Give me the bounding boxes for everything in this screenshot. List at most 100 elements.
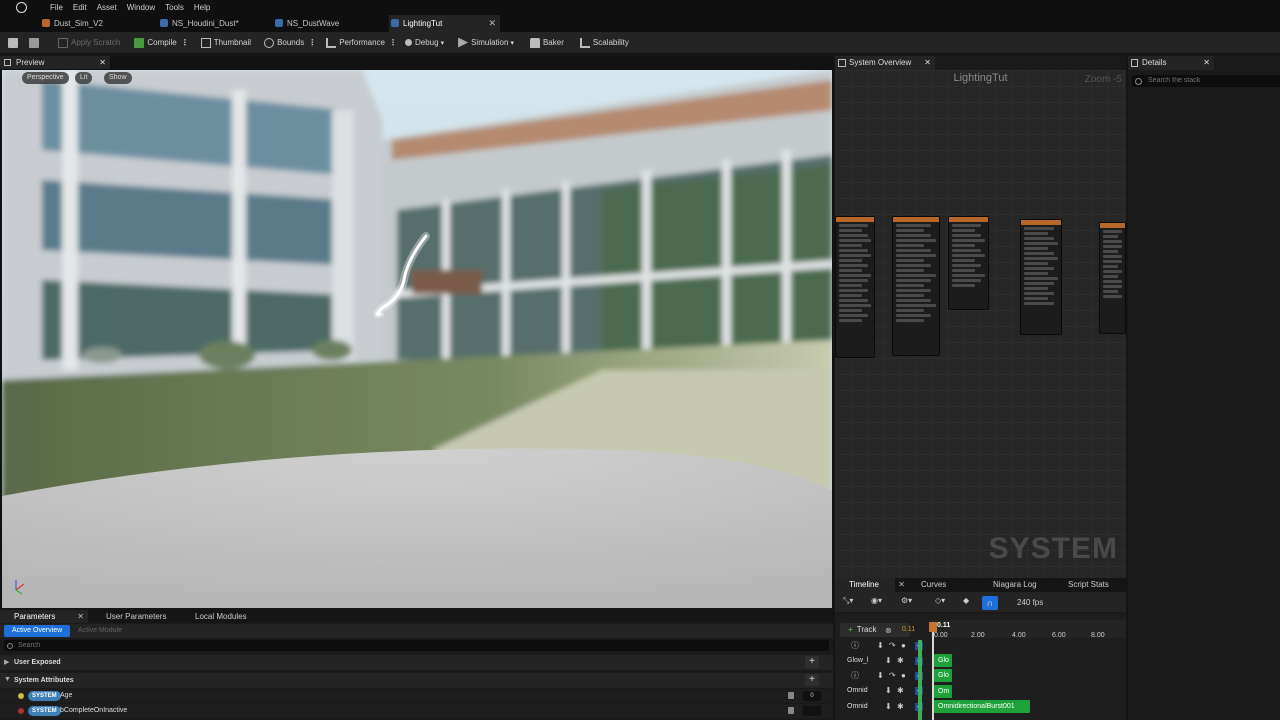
close-icon[interactable]: ✕ [898,578,905,592]
unreal-logo-icon[interactable] [14,0,28,14]
gear-icon[interactable]: ✱ [897,657,905,665]
tab-parameters[interactable]: Parameters ✕ [0,610,88,623]
bounds-button[interactable]: Bounds ⋮ [264,32,316,54]
performance-button[interactable]: Performance ⋮ [326,32,397,54]
curve-icon[interactable]: ↷ [889,672,897,680]
track-bar[interactable]: Glo [934,654,952,667]
track-bar[interactable]: Om [934,685,952,698]
menu-window[interactable]: Window [127,3,155,12]
light-icon[interactable]: ● [901,672,909,680]
track-bar[interactable]: Glo [934,669,952,682]
tab-preview[interactable]: Preview ✕ [0,56,110,69]
playback-options-icon[interactable]: ⚙▾ [901,596,912,608]
emitter-node[interactable] [1020,219,1062,335]
browse-button[interactable] [29,32,42,54]
tab-ns-dustwave[interactable]: NS_DustWave [273,15,385,32]
close-icon[interactable]: ✕ [77,610,84,623]
track-row[interactable]: ⓘ ⬇ ↷ ● ✓ [835,639,931,654]
menu-file[interactable]: File [50,3,63,12]
track-bar[interactable]: OmnidirectionalBurst001 [934,700,1030,713]
add-parameter-button[interactable]: + [805,656,819,668]
close-icon[interactable]: ✕ [1203,56,1210,70]
key-options-icon[interactable]: ◇▾ [935,596,945,608]
curve-icon[interactable]: ↷ [889,642,897,650]
section-user-exposed[interactable]: ▶ User Exposed + [0,655,833,670]
close-icon[interactable]: ✕ [924,56,931,70]
chevron-right-icon: ▶ [4,659,10,666]
attribute-row[interactable]: SYSTEM Age 0 [0,689,833,703]
tab-details[interactable]: Details ✕ [1128,56,1214,70]
gear-icon[interactable]: ✱ [897,687,905,695]
pin-icon[interactable]: ⬇ [885,657,893,665]
playhead[interactable] [932,622,934,720]
active-overview-button[interactable]: Active Overview [4,625,71,637]
gear-icon[interactable]: ✱ [897,703,905,711]
niagara-log-tab-label: Niagara Log [993,580,1037,589]
niagara-system-icon [275,19,283,27]
emitter-node[interactable] [892,216,940,356]
close-icon[interactable]: ✕ [488,15,496,32]
attribute-value[interactable]: 0 [803,691,821,701]
scalability-button[interactable]: Scalability [579,32,629,54]
emitter-node[interactable] [948,216,989,310]
compile-button[interactable]: Compile ⋮ [134,32,189,54]
light-icon[interactable]: ● [901,642,909,650]
menu-asset[interactable]: Asset [97,3,117,12]
pin-icon[interactable]: ⬇ [885,703,893,711]
lit-button[interactable]: Lit [75,72,93,84]
menu-tools[interactable]: Tools [165,3,184,12]
pin-icon[interactable]: ⬇ [885,687,893,695]
tab-timeline[interactable]: Timeline ✕ [835,578,905,592]
tab-local-modules[interactable]: Local Modules [181,610,261,623]
transform-tool-icon[interactable]: ⤡▾ [843,596,853,608]
tab-user-parameters[interactable]: User Parameters [92,610,178,623]
more-options-icon[interactable]: ⋮ [308,38,316,47]
pin-icon[interactable]: ⬇ [877,642,885,650]
add-parameter-button[interactable]: + [805,674,819,686]
attribute-checkbox[interactable] [803,706,821,716]
section-system-attributes[interactable]: ▼ System Attributes + [0,673,833,688]
pin-icon[interactable]: ⬇ [877,672,885,680]
key-icon[interactable]: ◆ [963,596,969,608]
tab-niagara-log[interactable]: Niagara Log [979,578,1055,592]
track-row[interactable]: ⓘ ⬇ ↷ ● ✓ [835,669,931,684]
track-row[interactable]: Glow_l ⬇ ✱ ✓ [835,654,931,669]
playhead-handle[interactable] [929,622,937,632]
menu-help[interactable]: Help [194,3,210,12]
tab-script-stats[interactable]: Script Stats [1054,578,1126,592]
tab-system-overview[interactable]: System Overview ✕ [835,56,935,70]
parameters-search-input[interactable] [4,640,829,651]
tab-lightingtut[interactable]: LightingTut ✕ [389,15,500,32]
more-options-icon[interactable]: ⋮ [181,38,189,47]
menu-edit[interactable]: Edit [73,3,87,12]
current-time[interactable]: 0.11 [902,626,915,633]
tab-ns-houdini-dust[interactable]: NS_Houdini_Dust* [158,15,270,32]
timeline-ruler[interactable]: 0.00 2.00 4.00 6.00 8.00 [931,620,1126,639]
thumbnail-button[interactable]: Thumbnail [200,32,251,54]
show-button[interactable]: Show [104,72,132,84]
tab-dust-sim-v2[interactable]: Dust_Sim_V2 [40,15,154,32]
track-row[interactable]: Omnid ⬇ ✱ ✓ [835,700,931,715]
debug-button[interactable]: Debug ▾ [405,32,444,54]
details-search-input[interactable] [1132,75,1280,87]
active-module-button[interactable]: Active Module [72,625,128,637]
simulation-button[interactable]: Simulation ▾ [458,32,514,54]
more-options-icon[interactable]: ⋮ [389,38,397,47]
snap-magnet-icon[interactable]: ∩ [982,596,998,610]
close-icon[interactable]: ✕ [99,56,106,69]
baker-button[interactable]: Baker [529,32,564,54]
fps-selector[interactable]: 240 fps [1017,598,1043,607]
emitter-node[interactable] [835,216,875,358]
add-track-button[interactable]: + Track [840,623,910,637]
system-overview-graph[interactable]: LightingTut Zoom -5 SYSTEM [835,70,1126,578]
track-row[interactable]: Omnid ⬇ ✱ ✓ [835,684,931,699]
emitter-node[interactable] [1099,222,1126,334]
tab-curves[interactable]: Curves [907,578,977,592]
attribute-row[interactable]: SYSTEM bCompleteOnInactive [0,704,833,718]
save-button[interactable] [8,32,21,54]
view-options-icon[interactable]: ◉▾ [871,596,882,608]
preview-viewport[interactable]: Perspective Lit Show [2,70,832,608]
perspective-button[interactable]: Perspective [22,72,69,84]
filter-icon[interactable]: ⊗ [885,626,892,635]
apply-scratch-button[interactable]: Apply Scratch [58,32,120,54]
